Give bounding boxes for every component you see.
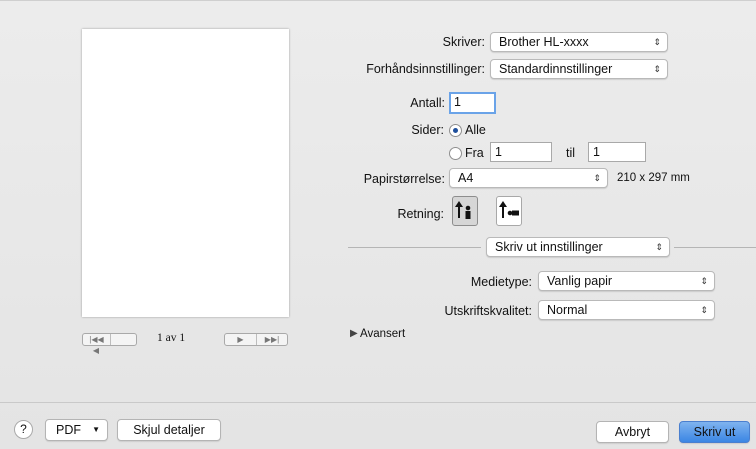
orientation-label: Retning: — [397, 207, 444, 221]
copies-label: Antall: — [410, 96, 445, 110]
cancel-button[interactable]: Avbryt — [596, 421, 669, 443]
preview-forward-controls: ▶ ▶▶| — [224, 333, 288, 346]
media-type-value: Vanlig papir — [547, 274, 613, 288]
printer-popup[interactable]: Brother HL-xxxx ⇕ — [490, 32, 668, 52]
section-value: Skriv ut innstillinger — [495, 240, 603, 254]
pages-to-label: til — [566, 146, 576, 160]
advanced-disclosure[interactable]: Avansert — [360, 328, 405, 340]
media-type-label: Medietype: — [470, 275, 532, 289]
pdf-menu-button[interactable]: PDF ▼ — [45, 419, 108, 441]
printer-value: Brother HL-xxxx — [499, 35, 589, 49]
print-quality-popup[interactable]: Normal ⇕ — [538, 300, 715, 320]
disclosure-triangle-icon[interactable]: ▶ — [350, 328, 358, 339]
up-down-arrows-icon: ⇕ — [700, 276, 708, 286]
section-popup[interactable]: Skriv ut innstillinger ⇕ — [486, 237, 670, 257]
printer-label: Skriver: — [442, 35, 485, 49]
pages-from-field[interactable]: 1 — [490, 142, 552, 162]
chevron-down-icon: ▼ — [92, 425, 100, 434]
pdf-label: PDF — [56, 423, 81, 437]
print-quality-label: Utskriftskvalitet: — [444, 304, 532, 318]
section-divider-left — [348, 247, 481, 248]
footer-divider — [0, 402, 756, 403]
paper-size-label: Papirstørrelse: — [363, 172, 445, 186]
print-dialog: |◀◀◀ 1 av 1 ▶ ▶▶| Skriver: Brother HL-xxx… — [0, 0, 756, 449]
up-down-arrows-icon: ⇕ — [655, 242, 663, 252]
landscape-orientation-icon — [499, 201, 519, 218]
preview-back-controls: |◀◀◀ — [82, 333, 137, 355]
paper-dimensions: 210 x 297 mm — [617, 172, 690, 184]
pages-label: Sider: — [411, 123, 444, 137]
pages-all-radio[interactable] — [449, 124, 462, 137]
help-button[interactable]: ? — [14, 420, 33, 439]
page-indicator: 1 av 1 — [157, 332, 186, 344]
next-page-icon[interactable]: ▶ — [225, 334, 257, 345]
paper-size-value: A4 — [458, 171, 474, 185]
print-button[interactable]: Skriv ut — [679, 421, 750, 443]
presets-popup[interactable]: Standardinnstillinger ⇕ — [490, 59, 668, 79]
up-down-arrows-icon: ⇕ — [593, 173, 601, 183]
paper-size-popup[interactable]: A4 ⇕ — [449, 168, 608, 188]
pages-all-label: Alle — [465, 123, 486, 137]
first-page-icon[interactable]: |◀◀ — [83, 334, 111, 345]
up-down-arrows-icon: ⇕ — [653, 64, 661, 74]
last-page-icon[interactable]: ▶▶| — [257, 334, 287, 345]
previous-page-icon[interactable]: ◀ — [83, 345, 109, 356]
pages-from-radio[interactable] — [449, 147, 462, 160]
media-type-popup[interactable]: Vanlig papir ⇕ — [538, 271, 715, 291]
up-down-arrows-icon: ⇕ — [700, 305, 708, 315]
hide-details-button[interactable]: Skjul detaljer — [117, 419, 221, 441]
orientation-landscape-button[interactable] — [496, 196, 522, 226]
orientation-portrait-button[interactable] — [452, 196, 478, 226]
pages-from-label: Fra — [465, 146, 484, 160]
presets-value: Standardinnstillinger — [499, 62, 613, 76]
portrait-orientation-icon — [455, 201, 471, 219]
section-divider-right — [674, 247, 756, 248]
print-preview-page — [82, 29, 289, 317]
print-quality-value: Normal — [547, 303, 588, 317]
up-down-arrows-icon: ⇕ — [653, 37, 661, 47]
presets-label: Forhåndsinnstillinger: — [366, 62, 485, 76]
copies-field[interactable]: 1 — [449, 92, 496, 114]
pages-to-field[interactable]: 1 — [588, 142, 646, 162]
